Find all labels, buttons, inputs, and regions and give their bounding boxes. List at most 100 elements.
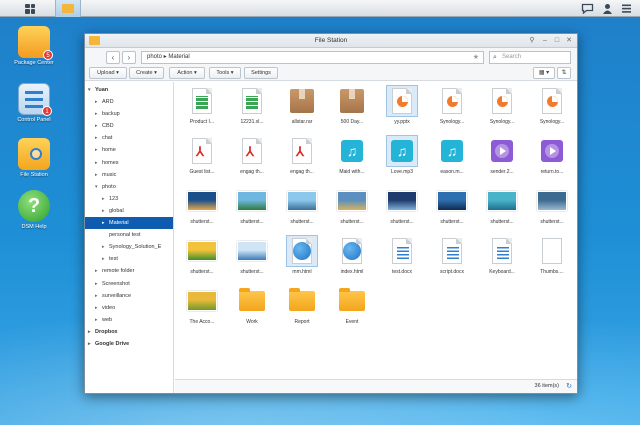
options-icon[interactable] — [620, 2, 633, 15]
tree-item[interactable]: ▸Synology_Solution_E — [85, 241, 173, 253]
expand-right-icon[interactable]: ▸ — [95, 144, 102, 156]
tree-item[interactable]: ▸web — [85, 314, 173, 326]
tree-item[interactable]: ▸CBD — [85, 120, 173, 132]
expand-right-icon[interactable]: ▸ — [88, 326, 95, 338]
file-item[interactable]: shutterst... — [181, 236, 223, 275]
expand-right-icon[interactable]: ▸ — [102, 205, 109, 217]
tree-item[interactable]: ▸test — [85, 253, 173, 265]
file-item[interactable]: sender.2... — [481, 136, 523, 175]
file-item[interactable]: ♫Love.mp3 — [381, 136, 423, 175]
main-menu-button[interactable] — [18, 0, 42, 17]
expand-right-icon[interactable]: ▸ — [95, 169, 102, 181]
file-item[interactable]: script.docx — [431, 236, 473, 275]
tools-button[interactable]: Tools ▾ — [209, 67, 241, 79]
expand-right-icon[interactable]: ▸ — [95, 132, 102, 144]
expand-right-icon[interactable]: ▸ — [95, 120, 102, 132]
tree-item[interactable]: ▸123 — [85, 193, 173, 205]
star-icon[interactable]: ★ — [473, 52, 479, 63]
tree-item[interactable]: ▸backup — [85, 108, 173, 120]
file-item[interactable]: ♫Maid with... — [331, 136, 373, 175]
folder-item[interactable]: Event — [331, 286, 373, 325]
sort-button[interactable]: ⇅ — [557, 67, 571, 79]
tree-item[interactable]: ▸surveillance — [85, 290, 173, 302]
file-item[interactable]: Thumbs.... — [531, 236, 573, 275]
file-item[interactable]: test.docx — [381, 236, 423, 275]
file-item[interactable]: Keyboard... — [481, 236, 523, 275]
file-item[interactable]: index.html — [331, 236, 373, 275]
expand-down-icon[interactable]: ▾ — [95, 181, 102, 193]
desktop-dsm-help[interactable]: ? DSM Help — [12, 190, 56, 231]
expand-right-icon[interactable]: ▸ — [88, 338, 95, 350]
file-item[interactable]: 500 Day... — [331, 86, 373, 125]
tree-item[interactable]: ▸home — [85, 144, 173, 156]
expand-right-icon[interactable]: ▸ — [102, 253, 109, 265]
file-item[interactable]: shutterst... — [231, 186, 273, 225]
tree-item[interactable]: ▸global — [85, 205, 173, 217]
tree-item[interactable]: ▸Material — [85, 217, 173, 229]
tree-item[interactable]: ▸chat — [85, 132, 173, 144]
file-item[interactable]: shutterst... — [181, 186, 223, 225]
expand-right-icon[interactable]: ▸ — [95, 265, 102, 277]
search-input[interactable]: ⌕ Search — [489, 51, 571, 64]
chat-icon[interactable] — [581, 2, 594, 15]
file-item[interactable]: Synology... — [481, 86, 523, 125]
file-item[interactable]: ⅄engag th... — [231, 136, 273, 175]
file-item[interactable]: shutterst... — [231, 236, 273, 275]
tree-item[interactable]: ▸Google Drive — [85, 338, 173, 350]
tree-item[interactable]: ▸video — [85, 302, 173, 314]
file-item[interactable]: mm.html — [281, 236, 323, 275]
expand-right-icon[interactable]: ▸ — [102, 193, 109, 205]
taskbar-file-station-button[interactable] — [55, 0, 81, 17]
tree-item[interactable]: ▾Yuan — [85, 84, 173, 96]
expand-right-icon[interactable]: ▸ — [102, 241, 109, 253]
expand-right-icon[interactable]: ▸ — [95, 314, 102, 326]
file-item[interactable]: Product I... — [181, 86, 223, 125]
tree-item[interactable]: ▾photo — [85, 181, 173, 193]
close-icon[interactable]: ✕ — [564, 36, 574, 46]
expand-right-icon[interactable]: ▸ — [95, 96, 102, 108]
file-item[interactable]: Synology... — [531, 86, 573, 125]
expand-right-icon[interactable]: ▸ — [95, 278, 102, 290]
file-item[interactable]: shutterst... — [531, 186, 573, 225]
action-button[interactable]: Action ▾ — [169, 67, 205, 79]
expand-down-icon[interactable]: ▾ — [88, 84, 95, 96]
file-item[interactable]: The Acco... — [181, 286, 223, 325]
expand-right-icon[interactable]: ▸ — [95, 290, 102, 302]
refresh-icon[interactable]: ↻ — [566, 380, 572, 393]
file-item[interactable]: ♫eason.m... — [431, 136, 473, 175]
path-bar[interactable]: photo ▸ Material ★ — [141, 51, 484, 64]
maximize-icon[interactable]: □ — [552, 36, 562, 46]
file-item[interactable]: shutterst... — [281, 186, 323, 225]
tree-item[interactable]: ▸Screenshot — [85, 278, 173, 290]
tree-item[interactable]: ▸Dropbox — [85, 326, 173, 338]
folder-item[interactable]: Report — [281, 286, 323, 325]
tree-item[interactable]: personal test — [85, 229, 173, 241]
tree-item[interactable]: ▸homes — [85, 157, 173, 169]
file-item[interactable]: 12231.xl... — [231, 86, 273, 125]
tree-item[interactable]: ▸music — [85, 169, 173, 181]
settings-button[interactable]: Settings — [244, 67, 278, 79]
expand-right-icon[interactable]: ▸ — [102, 217, 109, 229]
file-item[interactable]: ⅄engag th... — [281, 136, 323, 175]
file-item[interactable]: Synology... — [431, 86, 473, 125]
create-button[interactable]: Create ▾ — [129, 67, 164, 79]
file-item[interactable]: shutterst... — [481, 186, 523, 225]
desktop-control-panel[interactable]: 1 Control Panel — [12, 83, 56, 124]
view-mode-button[interactable]: ▦ ▾ — [533, 67, 555, 79]
file-item[interactable]: shutterst... — [381, 186, 423, 225]
upload-button[interactable]: Upload ▾ — [89, 67, 127, 79]
file-item[interactable]: allstar.rar — [281, 86, 323, 125]
desktop-file-station[interactable]: File Station — [12, 138, 56, 179]
minimize-icon[interactable]: – — [540, 36, 550, 46]
tree-item[interactable]: ▸remote folder — [85, 265, 173, 277]
file-item[interactable]: yy.pptx — [381, 86, 423, 125]
window-titlebar[interactable]: File Station ⚲ – □ ✕ — [85, 34, 577, 48]
pin-icon[interactable]: ⚲ — [527, 36, 537, 46]
desktop-package-center[interactable]: 5 Package Center — [12, 26, 56, 67]
back-button[interactable]: ‹ — [106, 51, 120, 64]
folder-item[interactable]: Work — [231, 286, 273, 325]
user-icon[interactable] — [601, 2, 614, 15]
expand-right-icon[interactable]: ▸ — [95, 302, 102, 314]
file-item[interactable]: shutterst... — [331, 186, 373, 225]
expand-right-icon[interactable]: ▸ — [95, 108, 102, 120]
